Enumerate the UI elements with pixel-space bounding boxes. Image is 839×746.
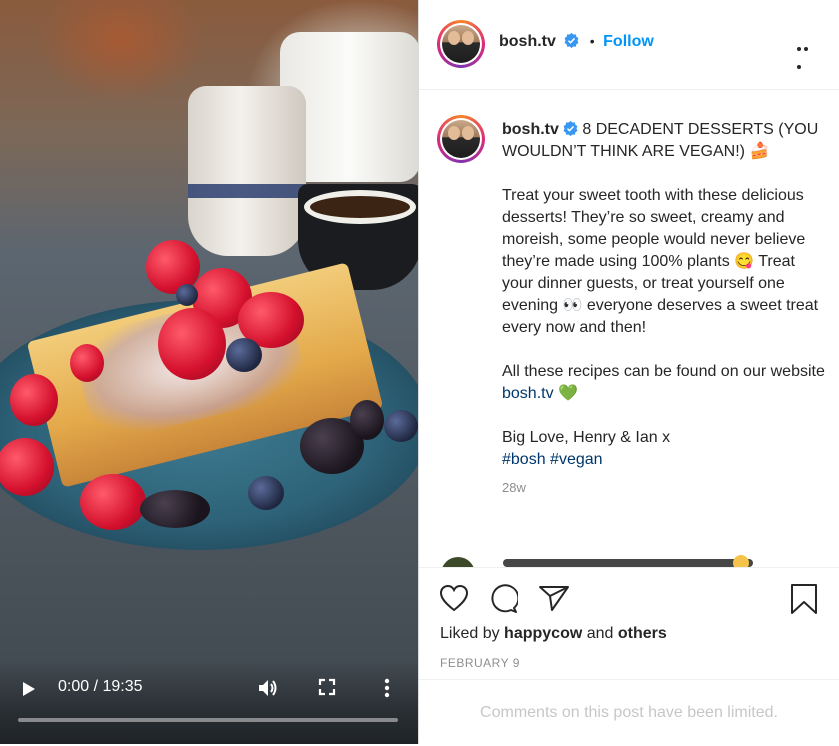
caption-avatar[interactable] bbox=[437, 115, 485, 163]
header-user-row: bosh.tv • Follow bbox=[499, 33, 654, 51]
likes-others[interactable]: others bbox=[618, 625, 667, 642]
more-horizontal-icon[interactable] bbox=[797, 38, 817, 69]
website-link[interactable]: bosh.tv bbox=[502, 385, 554, 402]
post-actions: Liked by happycow and others FEBRUARY 9 bbox=[419, 567, 839, 679]
blueberry bbox=[384, 410, 418, 442]
likes-line: Liked by happycow and others bbox=[440, 625, 667, 643]
comment-peek bbox=[441, 555, 821, 567]
caption-area: bosh.tv 8 DECADENT DESSERTS (YOU WOULDN’… bbox=[419, 91, 839, 567]
separator-dot: • bbox=[589, 33, 595, 49]
caption-text: bosh.tv 8 DECADENT DESSERTS (YOU WOULDN’… bbox=[502, 119, 827, 499]
bookmark-icon[interactable] bbox=[790, 583, 818, 620]
post-age: 28w bbox=[502, 480, 526, 495]
video-frame-pitcher-band bbox=[188, 184, 306, 198]
caption-avatar-image bbox=[442, 120, 480, 158]
comments-limited-notice: Comments on this post have been limited. bbox=[419, 679, 839, 744]
time-display: 0:00 / 19:35 bbox=[58, 678, 143, 696]
post-date[interactable]: FEBRUARY 9 bbox=[440, 656, 520, 670]
liker-username[interactable]: happycow bbox=[504, 625, 582, 642]
sign-off: Big Love, Henry & Ian x bbox=[502, 429, 671, 446]
time-separator: / bbox=[93, 678, 99, 695]
likes-prefix: Liked by bbox=[440, 625, 505, 642]
video-controls: 0:00 / 19:35 bbox=[0, 660, 418, 744]
current-time: 0:00 bbox=[58, 678, 90, 695]
comment-icon[interactable] bbox=[488, 584, 520, 619]
caption-paragraph-1: Treat your sweet tooth with these delici… bbox=[502, 187, 819, 336]
caption-paragraph-2: All these recipes can be found on our we… bbox=[502, 361, 827, 405]
more-vertical-icon[interactable] bbox=[378, 676, 396, 700]
hashtag-bosh[interactable]: #bosh bbox=[502, 451, 546, 468]
avatar-image bbox=[442, 25, 480, 63]
raspberry bbox=[80, 474, 146, 530]
likes-middle: and bbox=[582, 625, 618, 642]
caption-para2-suffix: 💚 bbox=[553, 385, 578, 402]
play-icon[interactable] bbox=[18, 679, 38, 699]
video-frame-pitcher bbox=[188, 86, 306, 256]
header-username[interactable]: bosh.tv bbox=[499, 33, 556, 50]
blackberry bbox=[140, 490, 210, 528]
avatar[interactable] bbox=[437, 20, 485, 68]
hashtag-vegan[interactable]: #vegan bbox=[550, 451, 603, 468]
verified-icon bbox=[564, 33, 579, 48]
fullscreen-icon[interactable] bbox=[317, 677, 337, 697]
blackberry bbox=[350, 400, 384, 440]
raspberry bbox=[158, 308, 226, 380]
instagram-post-modal: 0:00 / 19:35 bosh.tv • Follow bosh.tv 8 … bbox=[0, 0, 839, 744]
caption-paragraph-3: Big Love, Henry & Ian x #bosh #vegan bbox=[502, 427, 827, 471]
caption-para2-prefix: All these recipes can be found on our we… bbox=[502, 363, 825, 380]
duration: 19:35 bbox=[102, 678, 143, 695]
video-player[interactable]: 0:00 / 19:35 bbox=[0, 0, 418, 744]
share-icon[interactable] bbox=[538, 584, 570, 617]
video-progress-bar[interactable] bbox=[18, 718, 398, 722]
verified-icon bbox=[563, 121, 578, 136]
post-side-panel: bosh.tv • Follow bosh.tv 8 DECADENT DESS… bbox=[418, 0, 839, 744]
follow-button[interactable]: Follow bbox=[603, 33, 654, 50]
raspberry bbox=[70, 344, 104, 382]
video-frame-coffee bbox=[304, 190, 416, 224]
blueberry bbox=[248, 476, 284, 510]
blueberry bbox=[176, 284, 198, 306]
caption-username[interactable]: bosh.tv bbox=[502, 121, 559, 138]
raspberry bbox=[10, 374, 58, 426]
post-header: bosh.tv • Follow bbox=[419, 0, 839, 90]
heart-icon[interactable] bbox=[439, 584, 469, 617]
volume-icon[interactable] bbox=[256, 676, 280, 700]
blueberry bbox=[226, 338, 262, 372]
